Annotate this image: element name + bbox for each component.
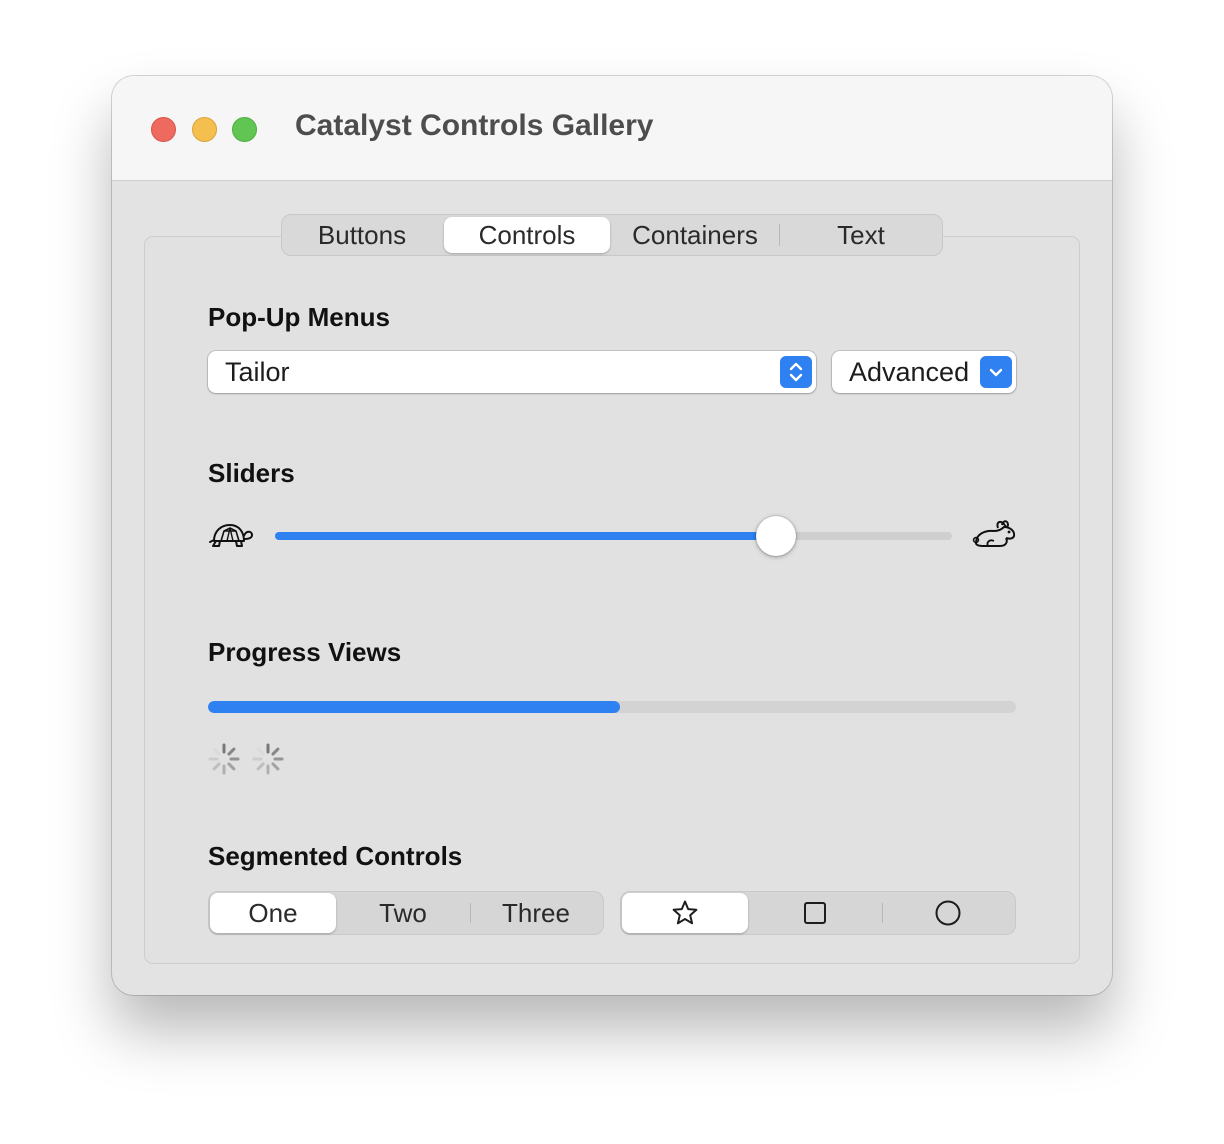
minimize-window-button[interactable] — [192, 117, 217, 142]
slider-thumb[interactable] — [755, 516, 796, 556]
square-icon — [804, 902, 826, 924]
close-window-button[interactable] — [151, 117, 176, 142]
tab-containers[interactable]: Containers — [613, 215, 777, 255]
tab-controls[interactable]: Controls — [444, 217, 610, 253]
progress-bar — [208, 701, 1016, 713]
segment-circle[interactable] — [883, 892, 1013, 934]
hare-icon — [972, 520, 1016, 547]
star-icon — [672, 900, 698, 925]
pulldown-title: Advanced — [849, 357, 970, 387]
tortoise-icon — [209, 524, 254, 547]
activity-spinner-icon — [252, 743, 284, 775]
icon-segmented-control — [620, 891, 1016, 935]
segment-three[interactable]: Three — [471, 892, 601, 934]
app-window: Catalyst Controls Gallery Buttons Contro… — [112, 76, 1112, 995]
up-down-chevron-icon — [780, 356, 812, 388]
tab-text[interactable]: Text — [780, 215, 942, 255]
progress-fill — [208, 701, 621, 713]
progress-views-heading: Progress Views — [208, 637, 402, 667]
slider-fill — [275, 532, 776, 540]
zoom-window-button[interactable] — [232, 117, 257, 142]
sliders-heading: Sliders — [208, 458, 295, 488]
segment-square[interactable] — [751, 892, 879, 934]
tailor-popup-menu[interactable]: Tailor — [208, 351, 816, 393]
window-title: Catalyst Controls Gallery — [295, 109, 654, 142]
segment-one[interactable]: One — [210, 893, 336, 933]
tab-bar: Buttons Controls Containers Text — [281, 214, 943, 256]
speed-slider[interactable] — [275, 516, 952, 556]
text-segmented-control: One Two Three — [208, 891, 604, 935]
popup-selected-value: Tailor — [225, 357, 290, 387]
tab-buttons[interactable]: Buttons — [282, 215, 442, 255]
popup-menus-heading: Pop-Up Menus — [208, 302, 390, 332]
segmented-controls-heading: Segmented Controls — [208, 841, 463, 871]
segment-star[interactable] — [622, 893, 748, 933]
chevron-down-icon — [980, 356, 1012, 388]
advanced-pulldown-menu[interactable]: Advanced — [832, 351, 1016, 393]
activity-spinner-icon — [208, 743, 240, 775]
circle-icon — [935, 900, 961, 926]
title-bar[interactable]: Catalyst Controls Gallery — [112, 76, 1112, 181]
segment-two[interactable]: Two — [339, 892, 467, 934]
